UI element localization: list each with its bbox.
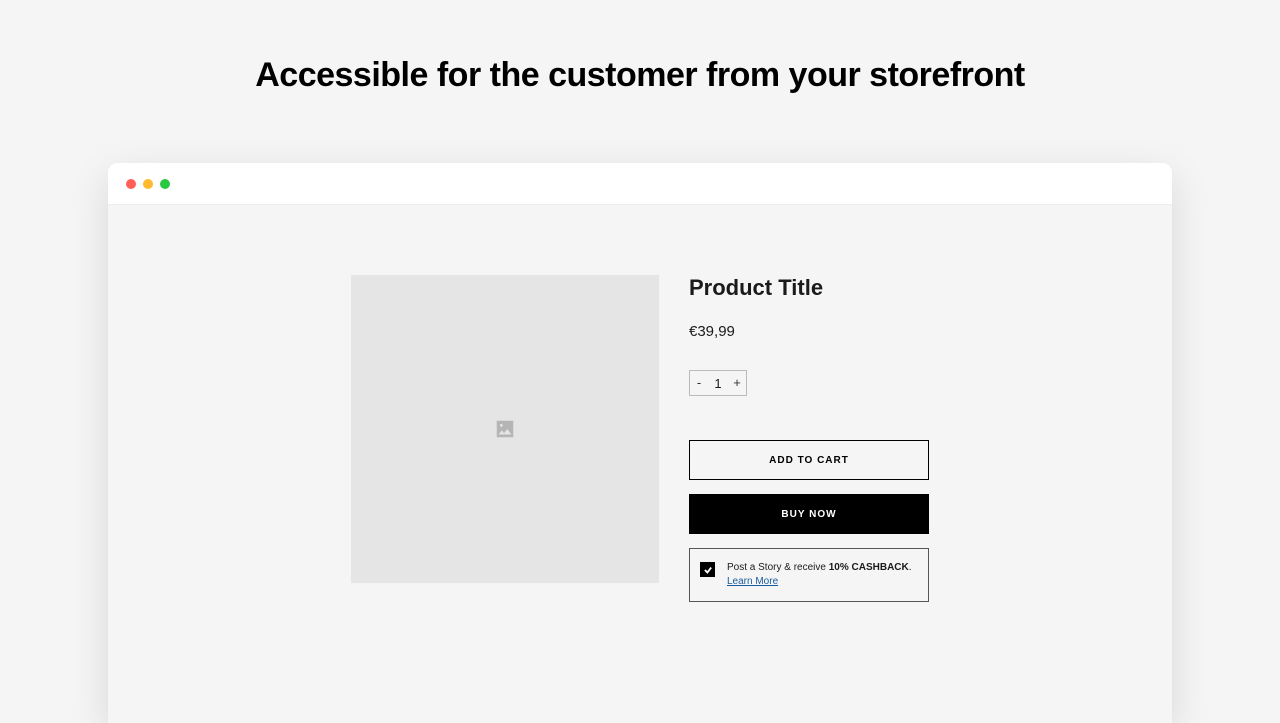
window-minimize-icon[interactable]	[143, 179, 153, 189]
image-icon	[494, 418, 516, 440]
cashback-highlight: 10% CASHBACK	[829, 562, 909, 573]
quantity-value: 1	[708, 376, 728, 391]
product-title: Product Title	[689, 275, 929, 301]
product-info: Product Title €39,99 - 1 + ADD TO CART B…	[689, 275, 929, 723]
cashback-prefix: Post a Story & receive	[727, 562, 829, 573]
product-price: €39,99	[689, 323, 929, 340]
cashback-text: Post a Story & receive 10% CASHBACK. Lea…	[727, 561, 912, 589]
window-maximize-icon[interactable]	[160, 179, 170, 189]
checkmark-icon	[703, 565, 713, 575]
cashback-offer-box: Post a Story & receive 10% CASHBACK. Lea…	[689, 548, 929, 602]
buy-now-button[interactable]: BUY NOW	[689, 494, 929, 534]
cashback-checkbox[interactable]	[700, 562, 715, 577]
quantity-decrease-button[interactable]: -	[690, 371, 708, 395]
page-heading: Accessible for the customer from your st…	[0, 0, 1280, 95]
window-close-icon[interactable]	[126, 179, 136, 189]
product-image-placeholder	[351, 275, 659, 583]
product-container: Product Title €39,99 - 1 + ADD TO CART B…	[351, 275, 929, 723]
cashback-suffix: .	[909, 562, 912, 573]
add-to-cart-button[interactable]: ADD TO CART	[689, 440, 929, 480]
window-titlebar	[108, 163, 1172, 205]
quantity-stepper[interactable]: - 1 +	[689, 370, 747, 396]
quantity-increase-button[interactable]: +	[728, 371, 746, 395]
learn-more-link[interactable]: Learn More	[727, 576, 778, 587]
browser-window: Product Title €39,99 - 1 + ADD TO CART B…	[108, 163, 1172, 723]
storefront-area: Product Title €39,99 - 1 + ADD TO CART B…	[108, 205, 1172, 723]
